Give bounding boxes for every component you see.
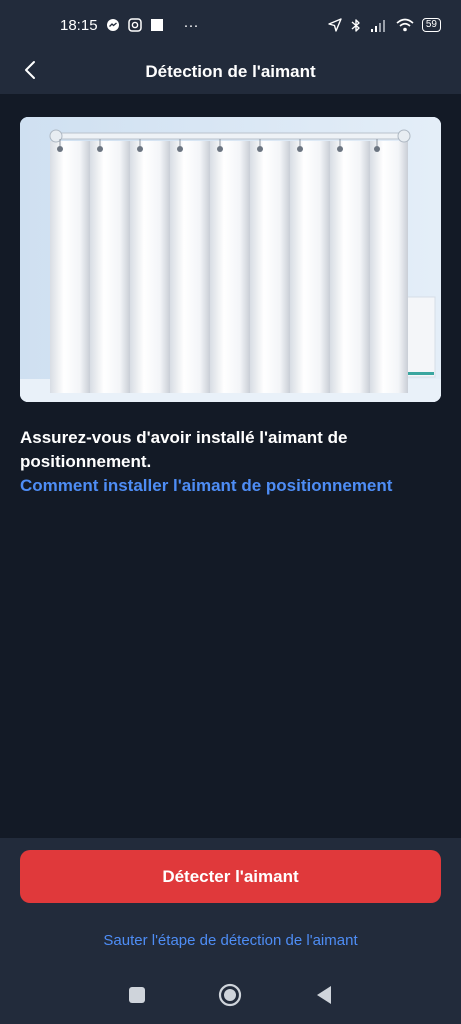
home-button[interactable]	[210, 977, 250, 1017]
status-bar-right: 59	[328, 18, 441, 33]
status-bar-left: 18:15 ···	[60, 17, 199, 34]
camera-icon	[127, 18, 142, 32]
install-magnet-link[interactable]: Comment installer l'aimant de positionne…	[20, 474, 450, 498]
wifi-icon	[396, 18, 414, 32]
back-button[interactable]	[14, 56, 46, 88]
location-icon	[328, 18, 342, 32]
messenger-icon	[106, 18, 120, 32]
bluetooth-icon	[350, 18, 362, 33]
square-app-icon	[150, 18, 164, 32]
home-circle-icon	[218, 983, 242, 1012]
curtain-image	[20, 117, 441, 402]
curtain-illustration	[20, 117, 441, 402]
instruction-text: Assurez-vous d'avoir installé l'aimant d…	[20, 428, 348, 471]
page-title: Détection de l'aimant	[145, 62, 316, 81]
top-app-bar: Détection de l'aimant	[0, 50, 461, 94]
system-back-button[interactable]	[304, 977, 344, 1017]
back-triangle-icon	[315, 985, 333, 1010]
battery-icon: 59	[421, 18, 441, 32]
chevron-left-icon	[23, 60, 37, 85]
status-time: 18:15	[60, 16, 98, 34]
recents-square-icon	[128, 986, 146, 1009]
status-bar: 18:15 ··· 59	[0, 0, 461, 50]
curtain-fabric	[50, 141, 408, 393]
signal-icon	[370, 19, 388, 32]
system-navigation-bar	[0, 970, 461, 1024]
skip-step-link[interactable]: Sauter l'étape de détection de l'aimant	[0, 932, 461, 949]
more-notifications: ···	[183, 16, 199, 34]
detect-magnet-button[interactable]: Détecter l'aimant	[20, 850, 441, 903]
recents-button[interactable]	[117, 977, 157, 1017]
